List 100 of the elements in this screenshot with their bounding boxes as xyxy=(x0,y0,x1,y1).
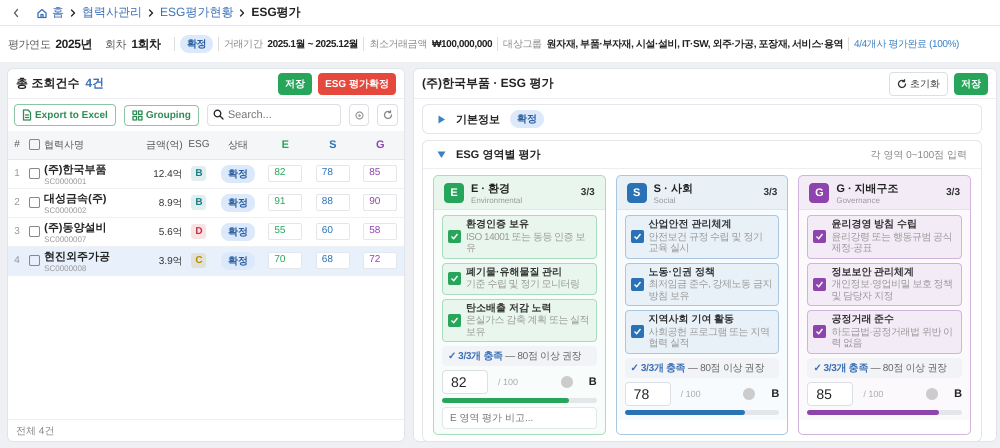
grade-badge: B xyxy=(191,166,206,181)
checkmark-icon xyxy=(632,327,642,336)
score-field[interactable]: 91 xyxy=(268,194,302,211)
breadcrumb-link[interactable]: 협력사관리 xyxy=(82,4,142,21)
refresh-button[interactable] xyxy=(377,104,398,126)
expand-triangle-icon[interactable] xyxy=(437,114,446,124)
refresh-icon xyxy=(897,78,907,88)
row-checkbox[interactable] xyxy=(29,254,40,266)
checkbox[interactable] xyxy=(630,278,644,291)
criteria-description: 안전보건 규정 수립 및 정기 교육 실시 xyxy=(648,232,764,254)
search-icon xyxy=(212,109,224,120)
search-field[interactable]: Search... xyxy=(206,104,341,126)
score-field[interactable]: 78 xyxy=(316,165,350,182)
field-label: 대상그룹 xyxy=(503,38,542,51)
row-checkbox[interactable] xyxy=(29,196,40,208)
column-header: S xyxy=(329,138,336,151)
breadcrumb-link[interactable]: 홈 xyxy=(36,4,64,21)
criteria-item[interactable]: 폐기물·유해물질 관리 기준 수립 및 정기 모니터링 xyxy=(442,262,597,294)
status-badge: 확정 xyxy=(220,222,255,240)
criteria-title: 환경인증 보유 xyxy=(466,219,530,232)
score-field[interactable]: 58 xyxy=(363,223,398,240)
table-row[interactable]: 2 대성금속(주) SC0000002 8.9억 B 확정 91 88 90 xyxy=(8,188,404,217)
checkmark-icon xyxy=(450,232,459,242)
save-button[interactable]: 저장 xyxy=(954,72,988,94)
score-field[interactable]: 88 xyxy=(316,194,350,211)
criteria-item[interactable]: 정보보안 관리체계 개인정보·영업비밀 보호 정책 및 담당자 지정 xyxy=(807,262,962,306)
export-button[interactable]: Export to Excel xyxy=(14,104,116,126)
row-checkbox[interactable] xyxy=(29,168,40,179)
status-badge: 확정 xyxy=(220,194,255,212)
amount-text: 5.6억 xyxy=(158,226,183,238)
criteria-title: 산업안전 관리체계 xyxy=(648,219,732,232)
checkbox[interactable] xyxy=(630,230,644,244)
collapse-triangle-icon[interactable] xyxy=(437,150,446,159)
note-field[interactable]: E 영역 평가 비고... xyxy=(442,407,597,429)
score-field[interactable]: 85 xyxy=(363,165,398,182)
criteria-title: 윤리경영 방침 수립 xyxy=(831,219,918,232)
table-row[interactable]: 1 (주)한국부품 SC0000001 12.4억 B 확정 82 78 85 xyxy=(8,159,404,188)
score-input[interactable]: 82 xyxy=(442,370,488,394)
score-field[interactable]: 60 xyxy=(316,223,350,240)
score-field[interactable]: 90 xyxy=(363,194,398,211)
criteria-title: 지역사회 기여 활동 xyxy=(648,314,736,326)
checkmark-icon xyxy=(450,316,459,325)
confirm-button[interactable]: ESG 평가확정 xyxy=(318,72,396,94)
checkbox[interactable] xyxy=(630,325,644,338)
criteria-description: 최저임금 준수, 강제노동 금지 방침 보유 xyxy=(648,279,773,302)
supplier-name: 대성금속(주) xyxy=(44,192,108,206)
score-field[interactable]: 70 xyxy=(268,252,302,269)
criteria-description: 온실가스 감축 계획 또는 실적 보유 xyxy=(466,315,590,338)
grouping-button[interactable]: Grouping xyxy=(124,104,199,126)
criteria-item[interactable]: 윤리경영 방침 수립 윤리강령 또는 행동규범 공식 제정·공표 xyxy=(807,215,962,258)
row-checkbox[interactable] xyxy=(29,226,40,237)
field-label: 거래기간 xyxy=(224,38,262,51)
criteria-item[interactable]: 환경인증 보유 ISO 14001 또는 동등 인증 보유 xyxy=(442,215,597,258)
category-title: G · 지배구조 xyxy=(836,182,899,196)
checkbox[interactable] xyxy=(813,325,826,338)
section-title: ESG 영역별 평가 xyxy=(456,148,540,162)
breadcrumb-link[interactable]: ESG평가현황 xyxy=(160,4,234,21)
document-icon xyxy=(22,109,32,121)
supplier-code: SC0000002 xyxy=(44,206,88,214)
score-field[interactable]: 82 xyxy=(268,165,302,182)
criteria-item[interactable]: 산업안전 관리체계 안전보건 규정 수립 및 정기 교육 실시 xyxy=(624,215,780,258)
reset-button[interactable]: 초기화 xyxy=(889,72,948,96)
field-label: 최소거래금액 xyxy=(369,38,427,51)
supplier-name: (주)한국부품 xyxy=(44,162,108,176)
summary-text: ✓ 3/3개 충족 — 80점 이상 권장 xyxy=(624,358,780,378)
settings-icon xyxy=(354,110,365,120)
indicator-dot-icon xyxy=(926,388,938,400)
grade-badge: B xyxy=(191,195,206,210)
category-title: S · 사회 xyxy=(654,182,693,196)
category-letter-badge: E xyxy=(444,182,464,202)
table-row[interactable]: 4 현진외주가공 SC0000008 3.9억 C 확정 70 68 72 xyxy=(8,246,404,275)
chevron-icon xyxy=(239,8,246,16)
criteria-title: 공정거래 준수 xyxy=(831,314,896,326)
select-all-checkbox[interactable] xyxy=(29,139,40,150)
table-row[interactable]: 3 (주)동양설비 SC0000007 5.6억 D 확정 55 60 58 xyxy=(8,217,404,246)
criteria-description: 하도급법·공정거래법 위반 이력 없음 xyxy=(831,326,954,350)
save-button[interactable]: 저장 xyxy=(278,72,312,94)
breadcrumb-current: ESG평가 xyxy=(251,4,301,21)
checkbox[interactable] xyxy=(813,230,826,244)
score-field[interactable]: 68 xyxy=(316,252,350,269)
grade-text: B xyxy=(954,388,962,400)
checkmark-icon xyxy=(632,280,642,289)
field-value: 2025.1월 ~ 2025.12월 xyxy=(267,38,358,51)
criteria-item[interactable]: 지역사회 기여 활동 사회공헌 프로그램 또는 지역 협력 실적 xyxy=(624,310,780,354)
score-field[interactable]: 72 xyxy=(363,252,398,269)
checkbox[interactable] xyxy=(448,230,461,244)
settings-button[interactable] xyxy=(348,104,370,126)
checkbox[interactable] xyxy=(448,272,461,285)
back-icon[interactable] xyxy=(12,8,20,18)
progress-text: 4/4개사 평가완료 (100%) xyxy=(854,38,959,51)
score-input[interactable]: 85 xyxy=(807,382,854,406)
column-header: 금액(억) xyxy=(146,140,183,151)
criteria-item[interactable]: 탄소배출 저감 노력 온실가스 감축 계획 또는 실적 보유 xyxy=(442,298,597,342)
checkbox[interactable] xyxy=(448,314,461,327)
score-field[interactable]: 55 xyxy=(268,223,302,240)
criteria-item[interactable]: 노동·인권 정책 최저임금 준수, 강제노동 금지 방침 보유 xyxy=(624,262,780,306)
score-input[interactable]: 78 xyxy=(624,382,671,406)
checkbox[interactable] xyxy=(813,278,826,291)
criteria-item[interactable]: 공정거래 준수 하도급법·공정거래법 위반 이력 없음 xyxy=(807,310,962,354)
category-letter-badge: G xyxy=(809,182,830,202)
